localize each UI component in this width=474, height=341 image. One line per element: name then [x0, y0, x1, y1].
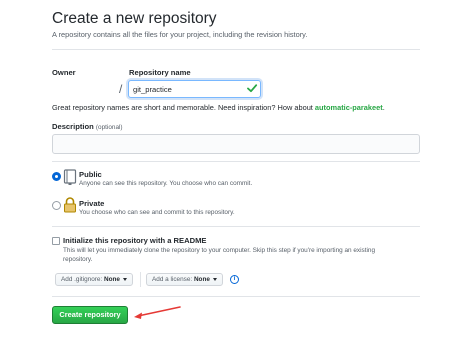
readme-label[interactable]: Initialize this repository with a README — [63, 236, 206, 245]
valid-check-icon — [247, 84, 258, 93]
repository-name-label: Repository name — [129, 68, 191, 77]
repository-name-value[interactable]: git_practice — [133, 85, 172, 94]
gitignore-caret-icon — [122, 277, 127, 281]
name-suggestion-link[interactable]: automatic-parakeet — [315, 103, 383, 112]
header-divider — [52, 49, 420, 50]
hint-end: . — [382, 103, 385, 112]
private-option-desc: You choose who can see and commit to thi… — [79, 209, 235, 216]
private-radio[interactable] — [52, 201, 61, 210]
public-option-desc: Anyone can see this repository. You choo… — [79, 180, 253, 187]
description-optional: (optional) — [95, 124, 123, 131]
license-prefix: Add a license: — [152, 276, 193, 283]
description-divider — [52, 161, 420, 162]
actions-divider — [52, 296, 420, 297]
info-icon[interactable]: i — [230, 275, 239, 284]
gitignore-value: None — [104, 276, 120, 283]
repo-book-icon — [63, 169, 77, 185]
description-label-text: Description — [52, 122, 94, 131]
license-value: None — [193, 276, 210, 283]
readme-desc: This will let you immediately clone the … — [63, 247, 376, 263]
owner-label: Owner — [52, 68, 76, 77]
visibility-divider — [52, 226, 420, 227]
gitignore-dropdown[interactable]: Add .gitignore: None — [55, 273, 133, 286]
license-dropdown[interactable]: Add a license: None — [146, 273, 223, 286]
gitignore-prefix: Add .gitignore: — [61, 276, 103, 283]
private-option-title: Private — [79, 199, 105, 208]
description-label: Description (optional) — [52, 122, 123, 131]
owner-repo-separator: / — [119, 82, 123, 96]
page-title: Create a new repository — [52, 10, 217, 27]
readme-checkbox[interactable] — [52, 237, 60, 245]
pointer-arrow-icon — [134, 306, 181, 319]
lock-icon — [64, 197, 76, 213]
public-radio[interactable] — [52, 172, 61, 181]
create-repository-button[interactable]: Create repository — [52, 306, 128, 324]
page-subtitle: A repository contains all the files for … — [52, 30, 308, 39]
description-input[interactable] — [52, 134, 420, 154]
hint-text: Great repository names are short and mem… — [52, 103, 315, 112]
public-option-title: Public — [79, 170, 102, 179]
dropdown-separator — [140, 272, 141, 287]
license-caret-icon — [212, 277, 217, 281]
repository-name-hint: Great repository names are short and mem… — [52, 103, 385, 112]
